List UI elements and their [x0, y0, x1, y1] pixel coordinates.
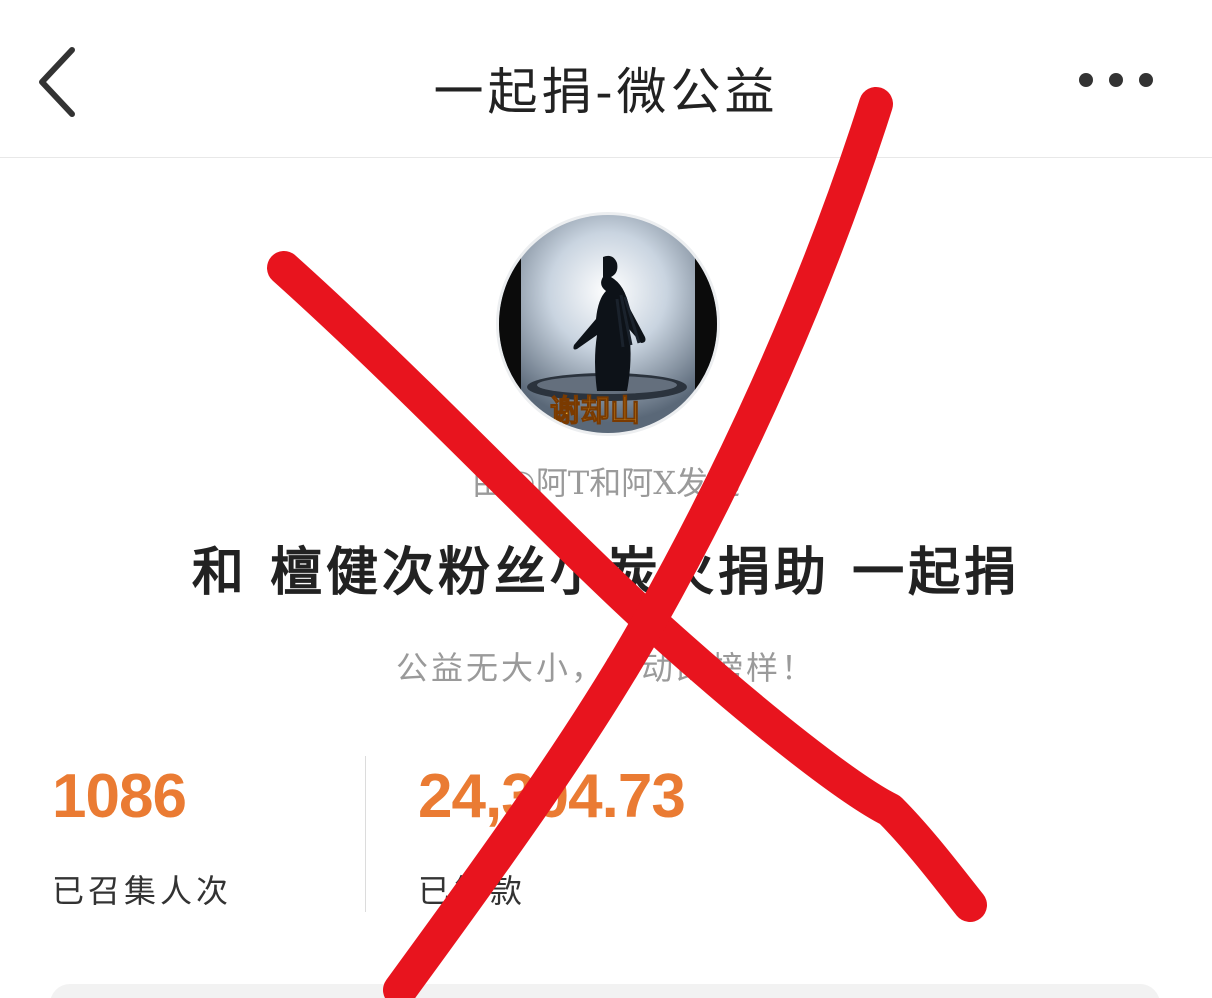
nav-header: 一起捐-微公益 — [0, 0, 1212, 158]
page-title: 一起捐-微公益 — [433, 63, 779, 121]
avatar-caption: 谢却山 — [550, 394, 640, 429]
participants-count: 1086 — [52, 762, 187, 831]
participants-label: 已召集人次 — [52, 872, 233, 910]
campaign-slogan: 公益无大小，行动即榜样！ — [395, 649, 816, 687]
stats-divider — [365, 756, 366, 912]
page: 一起捐-微公益 谢却山 由@阿T和阿X发起 和 檀健次粉丝小炭火捐助 一起捐 公… — [0, 0, 1212, 998]
campaign-title: 和 檀健次粉丝小炭火捐助 一起捐 — [191, 542, 1021, 603]
raised-stat: 24,304.73 已筹款 — [418, 762, 686, 912]
more-button[interactable] — [1072, 60, 1162, 100]
participants-stat: 1086 已召集人次 — [52, 764, 232, 912]
more-horizontal-icon — [1079, 73, 1153, 87]
avatar-image: 谢却山 — [499, 215, 717, 433]
bottom-card — [50, 984, 1160, 998]
initiator-text[interactable]: 由@阿T和阿X发起 — [0, 458, 1212, 504]
campaign-avatar[interactable]: 谢却山 — [496, 212, 720, 436]
raised-amount: 24,304.73 — [418, 762, 686, 831]
raised-label: 已筹款 — [418, 872, 527, 910]
